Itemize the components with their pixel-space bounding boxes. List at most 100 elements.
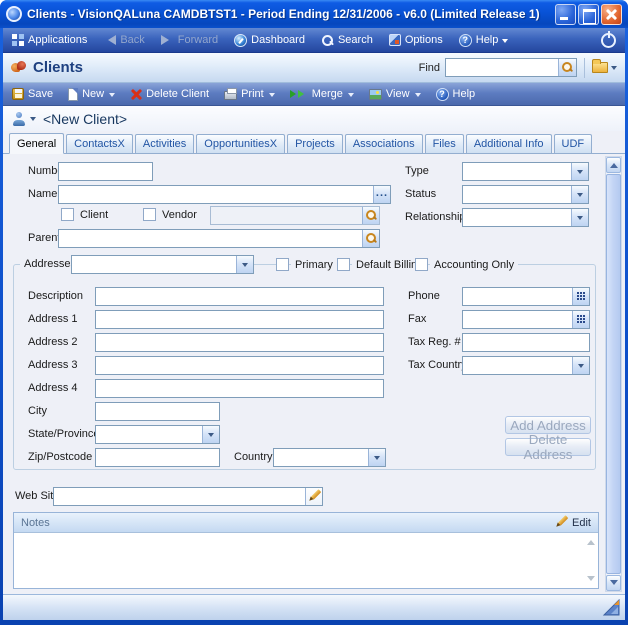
address2-input[interactable] [95, 333, 384, 352]
app-body: Clients Find Save New [3, 53, 625, 620]
print-button[interactable]: Print [224, 88, 275, 100]
tab-files[interactable]: Files [425, 134, 464, 153]
accounting-only-checkbox[interactable] [415, 258, 428, 271]
folder-menu-button[interactable] [592, 62, 617, 73]
chevron-down-icon [374, 456, 380, 463]
maximize-button[interactable] [578, 4, 599, 25]
vendor-label: Vendor [162, 209, 197, 221]
parent-input[interactable] [59, 230, 362, 247]
notes-textarea[interactable] [14, 533, 598, 588]
minimize-button[interactable] [555, 4, 576, 25]
tax-country-dropdown[interactable] [462, 356, 590, 375]
primary-checkbox[interactable] [276, 258, 289, 271]
chevron-down-icon [578, 364, 584, 371]
country-dropdown[interactable] [273, 448, 386, 467]
menu-applications[interactable]: Applications [12, 34, 87, 46]
type-dropdown[interactable] [462, 162, 589, 181]
notes-scroll-up-icon[interactable] [587, 536, 595, 545]
parent-search-button[interactable] [362, 230, 379, 247]
chevron-down-icon [415, 93, 421, 100]
general-tab-content: Number Name ... Client Vendor Parent Typ… [3, 154, 625, 594]
help-button[interactable]: ? Help [436, 88, 476, 101]
tab-general[interactable]: General [9, 133, 64, 154]
tab-activities[interactable]: Activities [135, 134, 194, 153]
phone-dialer-button[interactable] [572, 288, 589, 305]
city-label: City [28, 405, 47, 417]
close-button[interactable] [601, 4, 622, 25]
options-icon [389, 34, 401, 46]
tab-associations[interactable]: Associations [345, 134, 423, 153]
vendor-checkbox[interactable] [143, 208, 156, 221]
save-icon [12, 88, 24, 100]
notes-edit-label: Edit [572, 517, 591, 529]
fax-dialer-button[interactable] [572, 311, 589, 328]
back-arrow-icon [103, 35, 116, 45]
tab-additional-info[interactable]: Additional Info [466, 134, 552, 153]
vendor-search-button[interactable] [362, 207, 379, 224]
menu-help[interactable]: ? Help [459, 34, 509, 47]
website-input[interactable] [54, 488, 305, 505]
state-province-dropdown[interactable] [95, 425, 220, 444]
vertical-scrollbar[interactable] [605, 156, 622, 592]
tab-opportunitiesx[interactable]: OpportunitiesX [196, 134, 285, 153]
chevron-down-icon [208, 433, 214, 440]
number-input[interactable] [58, 162, 153, 181]
menu-forward-label: Forward [178, 34, 218, 46]
name-ellipsis-button[interactable]: ... [373, 186, 390, 203]
menu-search-label: Search [338, 34, 373, 46]
fax-input[interactable] [463, 311, 572, 328]
tab-udf[interactable]: UDF [554, 134, 593, 153]
relationship-dropdown[interactable] [462, 208, 589, 227]
phone-label: Phone [408, 290, 440, 302]
menu-options[interactable]: Options [389, 34, 443, 46]
tax-reg-label: Tax Reg. # [408, 336, 461, 348]
default-billing-checkbox[interactable] [337, 258, 350, 271]
tax-reg-input[interactable] [462, 333, 590, 352]
zip-postcode-input[interactable] [95, 448, 220, 467]
vendor-lookup-input[interactable] [211, 207, 362, 224]
address-selector-dropdown[interactable] [71, 255, 254, 274]
scroll-up-button[interactable] [606, 157, 621, 173]
view-button[interactable]: View [369, 88, 421, 100]
find-label: Find [419, 62, 440, 74]
phone-input[interactable] [463, 288, 572, 305]
scrollbar-thumb[interactable] [606, 174, 621, 574]
status-dropdown[interactable] [462, 185, 589, 204]
name-input[interactable] [59, 186, 373, 203]
address4-input[interactable] [95, 379, 384, 398]
country-label: Country [234, 451, 273, 463]
website-edit-button[interactable] [305, 488, 322, 505]
city-input[interactable] [95, 402, 220, 421]
clients-icon [11, 61, 27, 75]
menu-back[interactable]: Back [103, 34, 144, 46]
chevron-down-icon [577, 170, 583, 177]
description-input[interactable] [95, 287, 384, 306]
address1-input[interactable] [95, 310, 384, 329]
chevron-down-icon [502, 39, 508, 46]
notes-edit-button[interactable]: Edit [555, 516, 591, 529]
tab-contactsx[interactable]: ContactsX [66, 134, 133, 153]
chevron-down-icon[interactable] [30, 117, 36, 124]
scroll-down-button[interactable] [606, 575, 621, 591]
new-button[interactable]: New [68, 88, 115, 101]
chevron-down-icon [611, 66, 617, 73]
delete-client-button[interactable]: Delete Client [130, 88, 209, 100]
menu-forward[interactable]: Forward [161, 34, 218, 46]
forward-arrow-icon [161, 35, 174, 45]
save-button[interactable]: Save [12, 88, 53, 100]
help-icon: ? [459, 34, 472, 47]
client-checkbox[interactable] [61, 208, 74, 221]
menu-dashboard[interactable]: Dashboard [234, 34, 305, 47]
resize-grip-icon[interactable] [602, 599, 620, 616]
tab-strip: General ContactsX Activities Opportuniti… [3, 131, 625, 154]
tab-projects[interactable]: Projects [287, 134, 343, 153]
delete-address-button[interactable]: Delete Address [505, 438, 591, 456]
merge-button[interactable]: Merge [290, 88, 354, 100]
find-input[interactable] [446, 59, 558, 76]
find-search-button[interactable] [558, 59, 576, 76]
menu-search[interactable]: Search [321, 34, 373, 47]
address3-input[interactable] [95, 356, 384, 375]
parent-field [58, 229, 380, 248]
notes-scroll-down-icon[interactable] [587, 576, 595, 585]
power-icon[interactable] [601, 33, 616, 48]
